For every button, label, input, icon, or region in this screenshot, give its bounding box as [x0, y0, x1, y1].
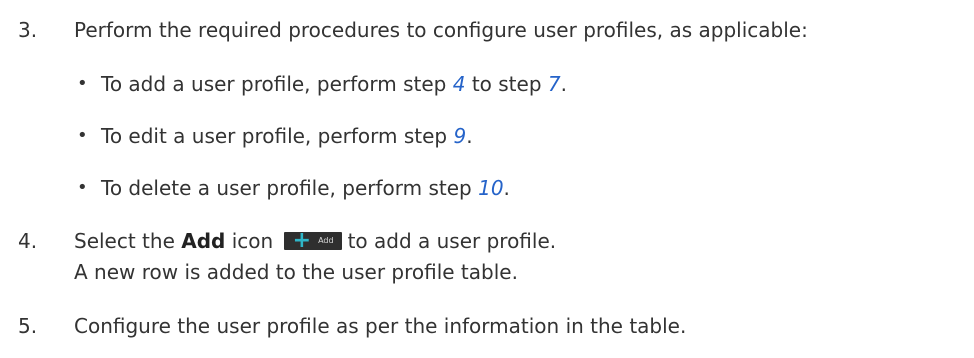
step-text: Configure the user profile as per the in…: [74, 314, 687, 338]
bullet-text-pre: To edit a user profile, perform step: [101, 124, 454, 148]
bullet-text-pre: To add a user profile, perform step: [101, 72, 453, 96]
bullet-text: To delete a user profile, perform step 1…: [101, 176, 510, 200]
bullet-text-post: .: [560, 72, 567, 96]
step-4-link[interactable]: 4: [453, 72, 466, 96]
step-number: 5.: [18, 314, 38, 338]
add-icon: + Add: [283, 228, 342, 253]
bullet-text-pre: To delete a user profile, perform step: [101, 176, 479, 200]
bullet-icon: •: [77, 73, 88, 94]
step-text-post: to add a user profile.: [347, 229, 557, 253]
bullet-text: To edit a user profile, perform step 9.: [101, 124, 473, 148]
add-icon-label: Add: [318, 236, 334, 245]
bullet-text-post: .: [503, 176, 510, 200]
bullet-text-mid: to step: [465, 72, 548, 96]
bullet-icon: •: [77, 177, 88, 198]
step-text: Select the Add icon + Add to add a user pr…: [74, 228, 557, 254]
step-number: 4.: [18, 229, 38, 253]
step-text: Perform the required procedures to confi…: [74, 18, 808, 42]
bullet-text-post: .: [466, 124, 473, 148]
step-text-pre: Select the: [74, 229, 182, 253]
step-7-link[interactable]: 7: [548, 72, 561, 96]
result-text: A new row is added to the user profile t…: [74, 260, 518, 284]
bullet-icon: •: [77, 125, 88, 146]
step-10-link[interactable]: 10: [478, 176, 503, 200]
bullet-text: To add a user profile, perform step 4 to…: [101, 72, 567, 96]
step-number: 3.: [18, 18, 38, 42]
plus-icon: +: [292, 228, 311, 253]
add-keyword: Add: [181, 229, 226, 253]
step-9-link[interactable]: 9: [453, 124, 466, 148]
step-text-mid: icon: [225, 229, 274, 253]
